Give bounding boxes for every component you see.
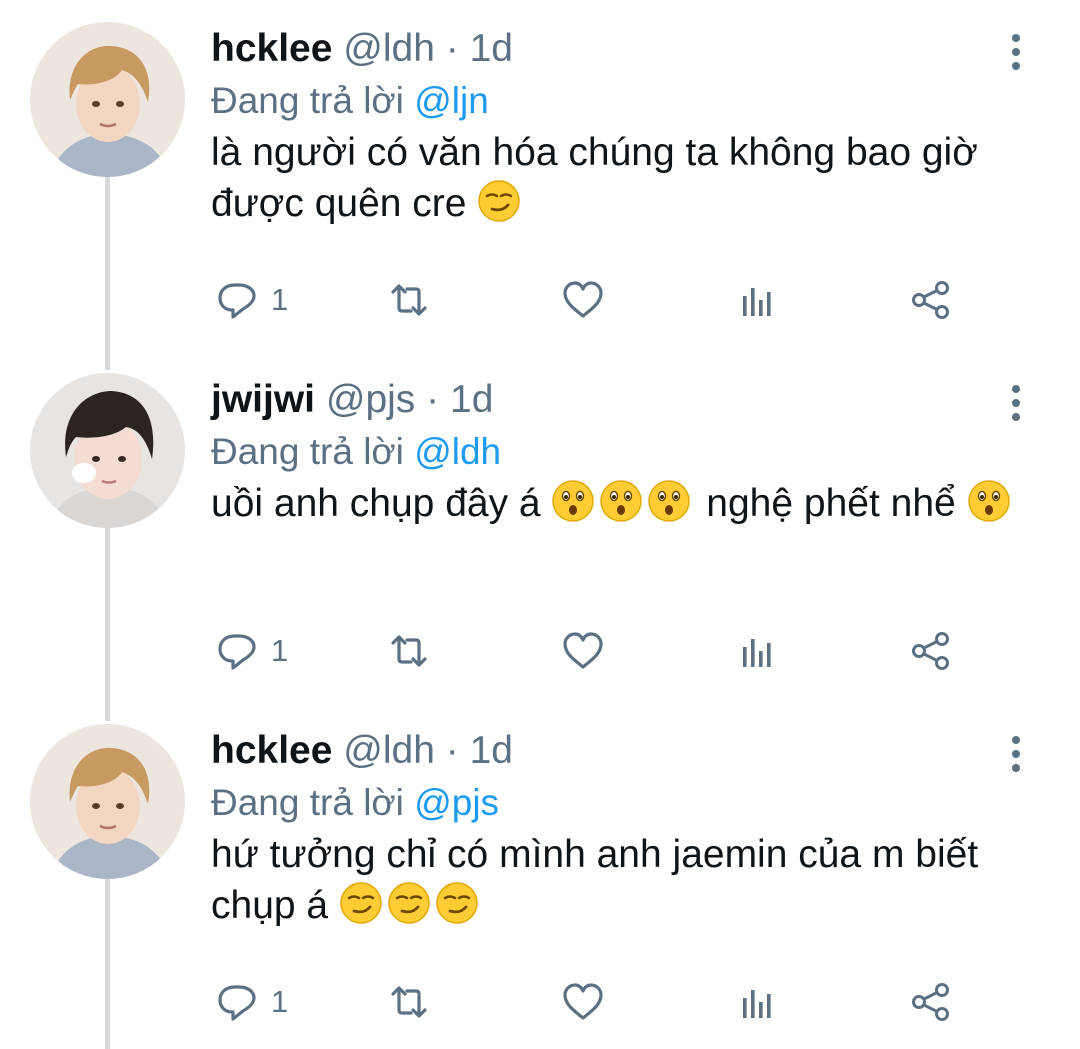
tweet[interactable]: jwijwi @pjs · 1d Đang trả lời @ldh uồi a…	[0, 351, 1080, 721]
reply-count: 1	[271, 633, 289, 668]
smirk-emoji	[339, 881, 383, 925]
reply-icon	[215, 278, 259, 322]
thread-line	[105, 877, 110, 1049]
mention-link[interactable]: @ljn	[414, 80, 489, 121]
more-vertical-icon[interactable]	[1002, 732, 1030, 776]
replying-label: Đang trả lời	[211, 782, 404, 823]
share-button[interactable]	[909, 273, 953, 327]
analytics-icon	[735, 980, 779, 1024]
retweet-icon	[387, 629, 431, 673]
handle[interactable]: @pjs	[326, 378, 415, 421]
separator: ·	[445, 27, 459, 70]
hushed-emoji	[967, 479, 1011, 523]
tweet-text-content: là người có văn hóa chúng ta không bao g…	[211, 131, 978, 225]
like-button[interactable]	[561, 273, 605, 327]
share-button[interactable]	[909, 624, 953, 678]
handle[interactable]: @ldh	[343, 27, 435, 70]
separator: ·	[445, 729, 459, 772]
retweet-button[interactable]	[387, 975, 431, 1029]
avatar[interactable]	[30, 22, 185, 177]
timestamp[interactable]: 1d	[470, 729, 513, 772]
reply-icon	[215, 980, 259, 1024]
like-button[interactable]	[561, 624, 605, 678]
share-icon	[909, 278, 953, 322]
more-vertical-icon[interactable]	[1002, 30, 1030, 74]
reply-button[interactable]: 1	[215, 624, 288, 678]
smirk-emoji	[435, 881, 479, 925]
share-button[interactable]	[909, 975, 953, 1029]
action-bar: 1	[211, 273, 971, 327]
smirk-emoji	[477, 179, 521, 223]
analytics-icon	[735, 278, 779, 322]
replying-to: Đang trả lời @pjs	[211, 779, 499, 827]
reply-button[interactable]: 1	[215, 273, 288, 327]
hushed-emoji	[599, 479, 643, 523]
tweet-header: jwijwi @pjs · 1d	[211, 376, 493, 424]
action-bar: 1	[211, 975, 971, 1029]
retweet-icon	[387, 278, 431, 322]
tweet[interactable]: hcklee @ldh · 1d Đang trả lời @pjs hứ tư…	[0, 702, 1080, 1049]
share-icon	[909, 980, 953, 1024]
tweet-text: uồi anh chụp đây á nghệ phết nhể	[211, 478, 1051, 529]
share-icon	[909, 629, 953, 673]
action-bar: 1	[211, 624, 971, 678]
reply-count: 1	[271, 282, 289, 317]
display-name[interactable]: hcklee	[211, 729, 332, 772]
more-vertical-icon[interactable]	[1002, 381, 1030, 425]
analytics-button[interactable]	[735, 975, 779, 1029]
replying-to: Đang trả lời @ldh	[211, 428, 501, 476]
tweet-text: hứ tưởng chỉ có mình anh jaemin của m bi…	[211, 829, 1051, 931]
retweet-icon	[387, 980, 431, 1024]
timestamp[interactable]: 1d	[470, 27, 513, 70]
tweet-text-content: hứ tưởng chỉ có mình anh jaemin của m bi…	[211, 833, 979, 927]
hushed-emoji	[647, 479, 691, 523]
mention-link[interactable]: @ldh	[414, 431, 501, 472]
like-icon	[561, 629, 605, 673]
avatar[interactable]	[30, 724, 185, 879]
tweet-header: hcklee @ldh · 1d	[211, 25, 513, 73]
avatar[interactable]	[30, 373, 185, 528]
smirk-emoji	[387, 881, 431, 925]
replying-to: Đang trả lời @ljn	[211, 77, 489, 125]
retweet-button[interactable]	[387, 624, 431, 678]
analytics-button[interactable]	[735, 273, 779, 327]
reply-icon	[215, 629, 259, 673]
thread-line	[105, 175, 110, 370]
replying-label: Đang trả lời	[211, 431, 404, 472]
tweet[interactable]: hcklee @ldh · 1d Đang trả lời @ljn là ng…	[0, 0, 1080, 370]
tweet-text-part1: uồi anh chụp đây á	[211, 482, 541, 525]
timestamp[interactable]: 1d	[450, 378, 493, 421]
like-icon	[561, 278, 605, 322]
replying-label: Đang trả lời	[211, 80, 404, 121]
display-name[interactable]: jwijwi	[211, 378, 315, 421]
handle[interactable]: @ldh	[343, 729, 435, 772]
display-name[interactable]: hcklee	[211, 27, 332, 70]
like-icon	[561, 980, 605, 1024]
retweet-button[interactable]	[387, 273, 431, 327]
separator: ·	[426, 378, 440, 421]
tweet-text: là người có văn hóa chúng ta không bao g…	[211, 127, 1051, 229]
hushed-emoji	[551, 479, 595, 523]
tweet-text-part2: nghệ phết nhể	[706, 482, 956, 525]
thread-line	[105, 526, 110, 721]
reply-count: 1	[271, 984, 289, 1019]
tweet-header: hcklee @ldh · 1d	[211, 727, 513, 775]
like-button[interactable]	[561, 975, 605, 1029]
mention-link[interactable]: @pjs	[414, 782, 499, 823]
reply-button[interactable]: 1	[215, 975, 288, 1029]
analytics-button[interactable]	[735, 624, 779, 678]
analytics-icon	[735, 629, 779, 673]
